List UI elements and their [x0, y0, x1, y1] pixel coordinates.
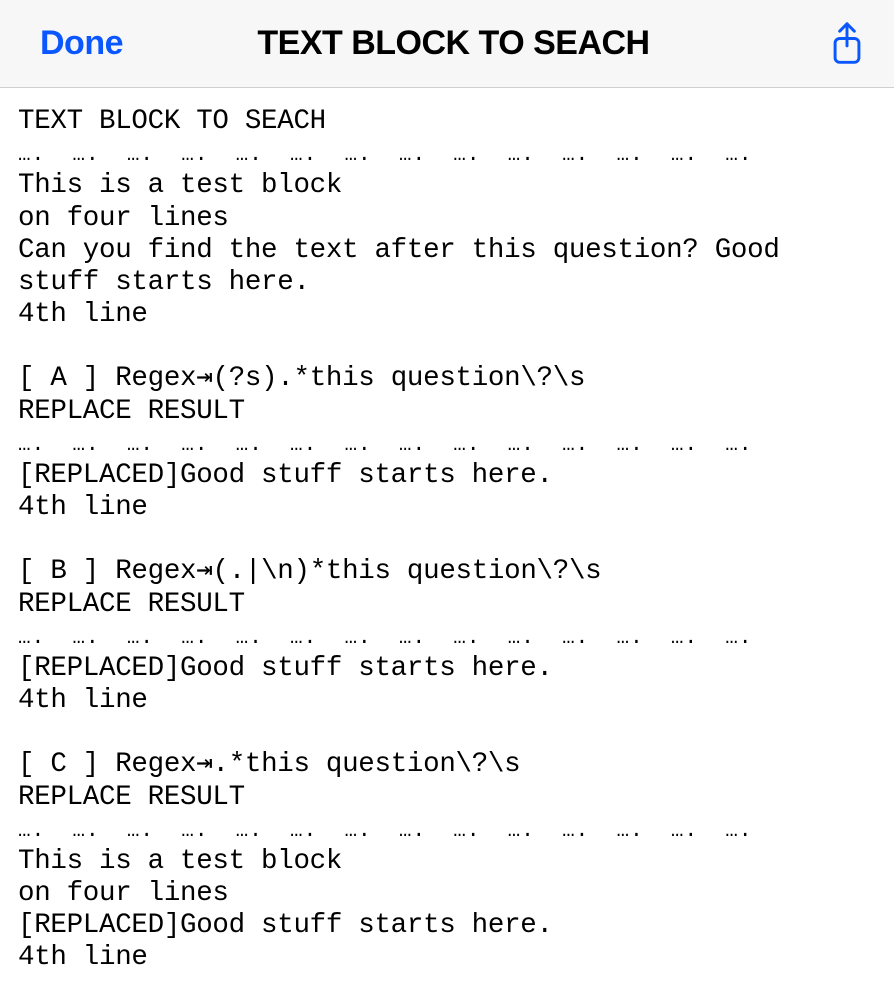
- section-b-result-line2: 4th line: [18, 685, 148, 716]
- test-block-line1: This is a test block: [18, 170, 342, 201]
- replace-result-label-a: REPLACE RESULT: [18, 396, 245, 427]
- block-title: TEXT BLOCK TO SEACH: [18, 106, 326, 137]
- section-c-result-line3: [REPLACED]Good stuff starts here.: [18, 910, 553, 941]
- section-a-result-line2: 4th line: [18, 492, 148, 523]
- section-c-header: [ C ] Regex⇥.*this question\?\s: [18, 749, 520, 780]
- section-b-header: [ B ] Regex⇥(.|\n)*this question\?\s: [18, 556, 601, 587]
- section-b-result-line1: [REPLACED]Good stuff starts here.: [18, 653, 553, 684]
- separator-dots-c: …. …. …. …. …. …. …. …. …. …. …. …. …. ……: [18, 820, 753, 843]
- section-c-result-line2: on four lines: [18, 878, 229, 909]
- test-block-line4: 4th line: [18, 299, 148, 330]
- replace-result-label-b: REPLACE RESULT: [18, 589, 245, 620]
- separator-dots-b: …. …. …. …. …. …. …. …. …. …. …. …. …. ……: [18, 627, 753, 650]
- separator-dots-a: …. …. …. …. …. …. …. …. …. …. …. …. …. ……: [18, 434, 753, 457]
- replace-result-label-c: REPLACE RESULT: [18, 782, 245, 813]
- header-bar: Done TEXT BLOCK TO SEACH: [0, 0, 894, 88]
- page-title: TEXT BLOCK TO SEACH: [83, 24, 824, 63]
- section-a-result-line1: [REPLACED]Good stuff starts here.: [18, 460, 553, 491]
- share-icon: [828, 22, 866, 66]
- test-block-line3: Can you find the text after this questio…: [18, 235, 796, 298]
- section-a-header: [ A ] Regex⇥(?s).*this question\?\s: [18, 363, 585, 394]
- test-block-line2: on four lines: [18, 203, 229, 234]
- separator-dots: …. …. …. …. …. …. …. …. …. …. …. …. …. ……: [18, 144, 753, 167]
- section-c-result-line1: This is a test block: [18, 846, 342, 877]
- content-area: TEXT BLOCK TO SEACH …. …. …. …. …. …. ….…: [0, 88, 894, 993]
- section-c-result-line4: 4th line: [18, 942, 148, 973]
- share-button[interactable]: [824, 18, 870, 70]
